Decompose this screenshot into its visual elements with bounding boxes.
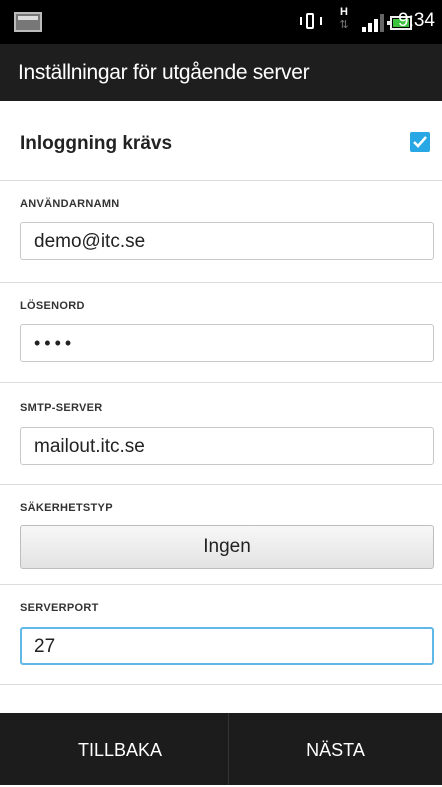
vibrate-icon	[298, 12, 324, 32]
server-port-label: SERVERPORT	[20, 602, 99, 614]
back-button[interactable]: TILLBAKA	[10, 713, 230, 785]
security-type-label: SÄKERHETSTYP	[20, 502, 113, 514]
username-label: ANVÄNDARNAMN	[20, 198, 120, 210]
status-bar: H ⇅ 9:34	[0, 0, 442, 44]
smtp-server-label: SMTP-SERVER	[20, 402, 103, 414]
security-type-select[interactable]: Ingen	[20, 525, 434, 569]
next-button[interactable]: NÄSTA	[229, 713, 442, 785]
server-port-field[interactable]: 27	[20, 627, 434, 665]
login-required-label: Inloggning krävs	[20, 133, 173, 154]
title-bar: Inställningar för utgående server	[0, 44, 442, 101]
checkmark-icon	[413, 136, 427, 148]
network-type-icon: H ⇅	[334, 6, 354, 36]
status-time: 9:34	[398, 10, 435, 31]
network-type-label: H	[340, 6, 348, 18]
login-required-checkbox[interactable]	[410, 132, 430, 152]
password-label: LÖSENORD	[20, 300, 85, 312]
page-title: Inställningar för utgående server	[18, 61, 310, 84]
smtp-server-field[interactable]: mailout.itc.se	[20, 427, 434, 465]
keyboard-icon	[14, 12, 42, 32]
username-field[interactable]: demo@itc.se	[20, 222, 434, 260]
signal-icon	[362, 14, 386, 32]
password-field[interactable]: ••••	[20, 324, 434, 362]
bottom-action-bar: TILLBAKA NÄSTA	[0, 713, 442, 785]
